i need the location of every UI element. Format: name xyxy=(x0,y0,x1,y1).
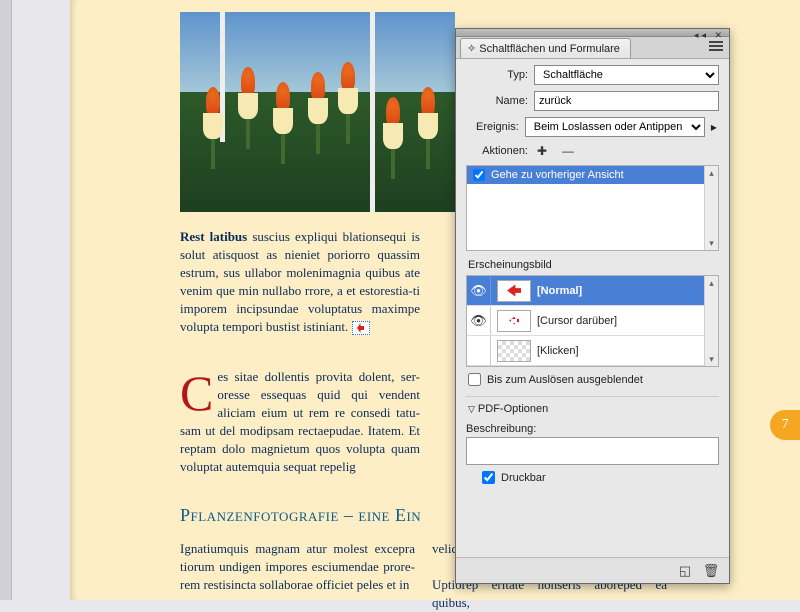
page-number-tab: 7 xyxy=(770,410,800,440)
state-label-click: [Klicken] xyxy=(537,345,579,357)
name-input[interactable] xyxy=(534,91,719,111)
remove-action-icon[interactable]: — xyxy=(560,143,576,159)
panel-dragbar[interactable]: ◂◂ ✕ xyxy=(456,29,729,37)
body-paragraph-1: Rest latibus suscius expliqui blationseq… xyxy=(180,228,420,336)
type-select[interactable]: Schaltfläche xyxy=(534,65,719,85)
hidden-until-trigger-label: Bis zum Auslösen ausgeblendet xyxy=(487,374,643,386)
name-label: Name: xyxy=(466,95,528,107)
action-enabled-checkbox[interactable] xyxy=(473,169,485,181)
state-label-normal: [Normal] xyxy=(537,285,582,297)
disclosure-triangle-icon: ▽ xyxy=(468,404,475,415)
appearance-list-scrollbar[interactable]: ▴ ▾ xyxy=(704,276,718,366)
back-button-object[interactable] xyxy=(352,321,370,335)
scroll-up-icon[interactable]: ▴ xyxy=(705,276,718,290)
panel-collapse-close-icons[interactable]: ◂◂ ✕ xyxy=(694,30,725,41)
event-label: Ereignis: xyxy=(466,121,519,133)
panel-tab-label: Schaltflächen und Formulare xyxy=(479,43,620,55)
visibility-eye-icon[interactable]: 👁 xyxy=(467,306,491,335)
document-scrollbar[interactable] xyxy=(0,0,12,600)
state-label-hover: [Cursor darüber] xyxy=(537,315,617,327)
type-label: Typ: xyxy=(466,69,528,81)
panel-body: Typ: Schaltfläche Name: Ereignis: Beim L… xyxy=(456,59,729,494)
article-photo xyxy=(180,12,455,212)
state-row-hover[interactable]: 👁 [Cursor darüber] xyxy=(467,306,718,336)
actions-list: Gehe zu vorheriger Ansicht ▴ ▾ xyxy=(466,165,719,251)
event-select[interactable]: Beim Loslassen oder Antippen xyxy=(525,117,705,137)
description-input[interactable] xyxy=(466,437,719,465)
panel-footer: ◱ 🗑 xyxy=(456,557,729,583)
scroll-up-icon[interactable]: ▴ xyxy=(705,166,718,180)
panel-flyout-menu-icon[interactable] xyxy=(709,41,723,53)
pdf-options-label: PDF-Optionen xyxy=(478,403,548,415)
action-item-label: Gehe zu vorheriger Ansicht xyxy=(491,169,624,181)
dropcap-letter: C xyxy=(180,368,217,414)
appearance-section-label: Erscheinungsbild xyxy=(468,259,719,271)
convert-to-object-icon[interactable]: ◱ xyxy=(677,563,693,579)
scroll-down-icon[interactable]: ▾ xyxy=(705,236,718,250)
paragraph-lead: Rest latibus xyxy=(180,229,247,244)
paragraph-rest: suscius expliqui blationsequi is solut a… xyxy=(180,229,420,334)
section-heading: Pflanzenfotografie – eine Ein xyxy=(180,505,421,526)
scroll-down-icon[interactable]: ▾ xyxy=(705,352,718,366)
state-thumb-normal xyxy=(497,280,531,302)
actions-label: Aktionen: xyxy=(466,145,528,157)
state-thumb-click xyxy=(497,340,531,362)
state-row-normal[interactable]: 👁 [Normal] xyxy=(467,276,718,306)
action-item-goto-previous-view[interactable]: Gehe zu vorheriger Ansicht xyxy=(467,166,718,184)
appearance-state-list: 👁 [Normal] 👁 [Cursor darüber] [Klicken] … xyxy=(466,275,719,367)
state-thumb-hover xyxy=(497,310,531,332)
delete-trash-icon[interactable]: 🗑 xyxy=(703,563,719,579)
body-paragraph-dropcap: Ces sitae dollentis provita dolent, ser-… xyxy=(180,368,420,476)
event-extra-menu-icon[interactable]: ▸ xyxy=(709,120,719,134)
panel-tab-row: ✧ Schaltflächen und Formulare xyxy=(456,37,729,59)
description-label: Beschreibung: xyxy=(466,423,719,435)
hidden-until-trigger-checkbox[interactable] xyxy=(468,373,481,386)
add-action-icon[interactable]: ✚ xyxy=(534,143,550,159)
printable-label: Druckbar xyxy=(501,472,546,484)
visibility-eye-icon-off[interactable] xyxy=(467,336,491,365)
actions-list-scrollbar[interactable]: ▴ ▾ xyxy=(704,166,718,250)
panel-tab-buttons-forms[interactable]: ✧ Schaltflächen und Formulare xyxy=(460,38,631,58)
printable-checkbox[interactable] xyxy=(482,471,495,484)
state-row-click[interactable]: [Klicken] xyxy=(467,336,718,366)
visibility-eye-icon[interactable]: 👁 xyxy=(467,276,491,305)
page-spine-shadow xyxy=(70,0,78,600)
column-1-text: Ignatiumquis magnam atur molest excepra … xyxy=(180,540,415,594)
pdf-options-disclosure[interactable]: ▽ PDF-Optionen xyxy=(466,401,719,417)
buttons-and-forms-panel: ◂◂ ✕ ✧ Schaltflächen und Formulare Typ: … xyxy=(455,28,730,584)
